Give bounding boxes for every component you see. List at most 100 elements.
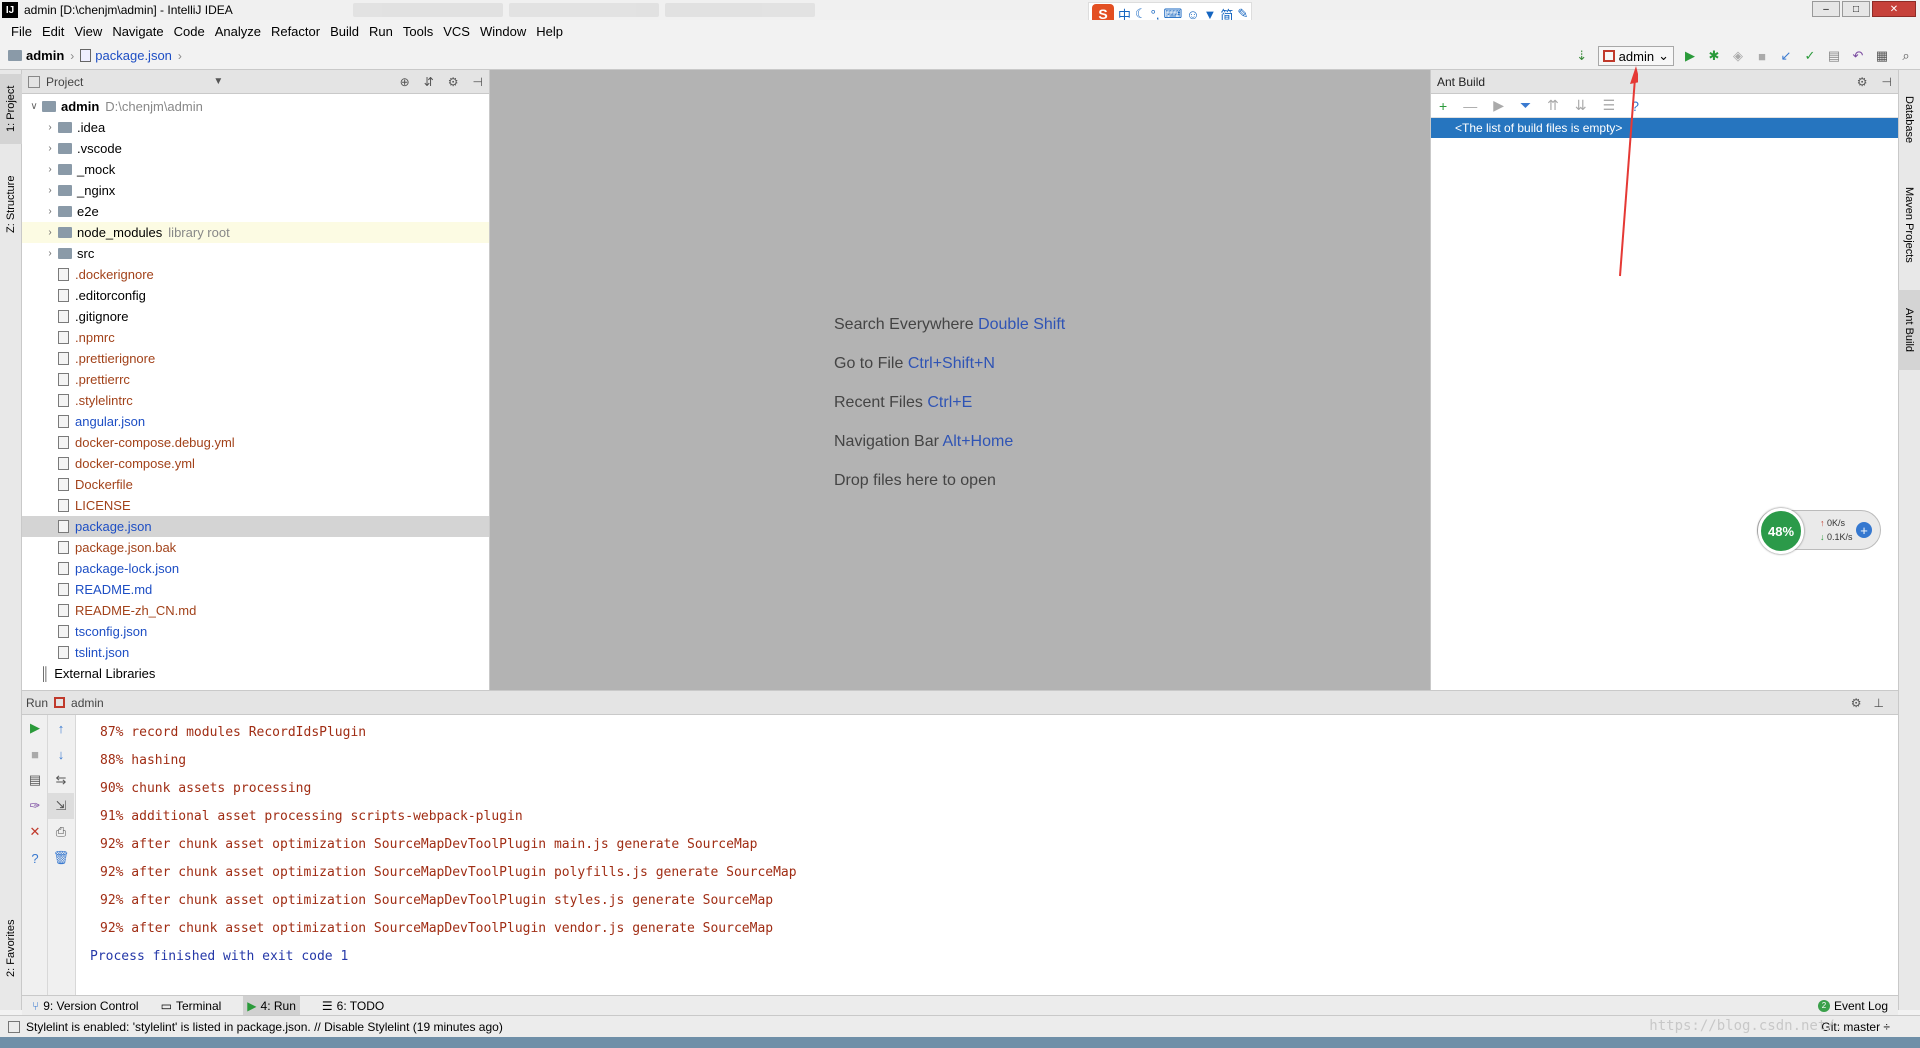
breadcrumb-project[interactable]: admin (8, 48, 64, 63)
tree-folder[interactable]: › src (22, 243, 489, 264)
stop-icon[interactable]: ■ (1754, 48, 1770, 64)
menu-vcs[interactable]: VCS (438, 24, 475, 39)
maximize-button[interactable]: □ (1842, 1, 1870, 17)
tab-terminal[interactable]: ▭ Terminal (161, 999, 222, 1013)
tree-file[interactable]: README-zh_CN.md (22, 600, 489, 621)
console-output[interactable]: 87% record modules RecordIdsPlugin 88% h… (90, 719, 797, 971)
tree-file[interactable]: tslint.json (22, 642, 489, 663)
pin-icon[interactable]: ✑ (22, 793, 48, 819)
tree-file[interactable]: Dockerfile (22, 474, 489, 495)
revert-icon[interactable]: ↶ (1850, 48, 1866, 64)
tree-file[interactable]: README.md (22, 579, 489, 600)
hide-panel-icon[interactable]: ⊥ (1874, 696, 1884, 710)
restore-layout-icon[interactable]: ▤ (22, 767, 48, 793)
tree-file[interactable]: .prettierrc (22, 369, 489, 390)
chevron-right-icon[interactable]: › (42, 248, 58, 259)
menu-edit[interactable]: Edit (37, 24, 69, 39)
add-icon[interactable]: + (1439, 98, 1447, 114)
menu-help[interactable]: Help (531, 24, 568, 39)
breadcrumb-file[interactable]: package.json (80, 48, 172, 63)
tree-folder[interactable]: › _mock (22, 159, 489, 180)
remove-icon[interactable]: — (1463, 98, 1477, 114)
tree-file[interactable]: package.json.bak (22, 537, 489, 558)
menu-view[interactable]: View (69, 24, 107, 39)
soft-wrap-icon[interactable]: ⇆ (48, 767, 74, 793)
chevron-right-icon[interactable]: › (42, 122, 58, 133)
run-panel-config[interactable]: admin (71, 696, 104, 710)
tab-favorites[interactable]: 2: Favorites (0, 908, 22, 988)
collapse-all-icon[interactable]: ⇊ (1575, 97, 1587, 114)
menu-refactor[interactable]: Refactor (266, 24, 325, 39)
close-icon[interactable]: ✕ (22, 819, 48, 845)
tree-file[interactable]: package.json (22, 516, 489, 537)
vcs-commit-icon[interactable]: ✓ (1802, 48, 1818, 64)
status-message[interactable]: Stylelint is enabled: 'stylelint' is lis… (26, 1020, 503, 1034)
expand-all-icon[interactable]: ⇈ (1547, 97, 1559, 114)
collapse-all-icon[interactable]: ⇵ (424, 75, 434, 89)
hide-panel-icon[interactable]: ⊣ (473, 75, 483, 89)
stop-icon[interactable]: ■ (22, 741, 48, 767)
menu-window[interactable]: Window (475, 24, 531, 39)
debug-icon[interactable]: ✱ (1706, 48, 1722, 64)
tree-root[interactable]: ∨ admin D:\chenjm\admin (22, 96, 489, 117)
tree-file[interactable]: docker-compose.yml (22, 453, 489, 474)
menu-build[interactable]: Build (325, 24, 364, 39)
tab-project[interactable]: 1: Project (0, 74, 22, 144)
menu-file[interactable]: File (6, 24, 37, 39)
tool-windows-icon[interactable] (8, 1020, 20, 1033)
chevron-down-icon[interactable]: ∨ (26, 101, 42, 112)
gear-icon[interactable]: ⚙ (1857, 75, 1868, 89)
scroll-from-source-icon[interactable]: ⊕ (400, 75, 410, 89)
vcs-history-icon[interactable]: ▤ (1826, 48, 1842, 64)
down-arrow-icon[interactable]: ↓ (48, 741, 74, 767)
build-project-icon[interactable]: ⇣ (1574, 48, 1590, 64)
editor-empty-area[interactable]: Search Everywhere Double Shift Go to Fil… (490, 70, 1430, 690)
tree-file[interactable]: .dockerignore (22, 264, 489, 285)
run-with-coverage-icon[interactable]: ◈ (1730, 48, 1746, 64)
chevron-right-icon[interactable]: › (42, 143, 58, 154)
gear-icon[interactable]: ⚙ (1851, 696, 1862, 710)
tab-todo[interactable]: ☰ 6: TODO (322, 999, 384, 1013)
close-button[interactable]: ✕ (1872, 1, 1916, 17)
help-icon[interactable]: ? (22, 845, 48, 871)
tree-folder[interactable]: › node_modules library root (22, 222, 489, 243)
tab-structure[interactable]: Z: Structure (0, 164, 22, 244)
tree-folder[interactable]: › .idea (22, 117, 489, 138)
boost-plus-icon[interactable]: + (1856, 522, 1872, 538)
properties-icon[interactable]: ☰ (1603, 97, 1616, 114)
up-arrow-icon[interactable]: ↑ (48, 715, 74, 741)
tab-ant-build[interactable]: Ant Build (1898, 290, 1920, 370)
run-config-selector[interactable]: admin ⌄ (1597, 46, 1674, 66)
tree-file[interactable]: .stylelintrc (22, 390, 489, 411)
chevron-right-icon[interactable]: › (42, 206, 58, 217)
chevron-right-icon[interactable]: › (42, 185, 58, 196)
tree-folder[interactable]: › .vscode (22, 138, 489, 159)
tree-file[interactable]: docker-compose.debug.yml (22, 432, 489, 453)
tab-database[interactable]: Database (1898, 80, 1920, 160)
run-icon[interactable]: ▶ (1682, 48, 1698, 64)
event-log-button[interactable]: 2 Event Log (1817, 999, 1888, 1013)
help-icon[interactable]: ? (1631, 98, 1639, 114)
gear-icon[interactable]: ⚙ (448, 75, 459, 89)
tab-maven-projects[interactable]: Maven Projects (1898, 170, 1920, 280)
vcs-update-icon[interactable]: ↙ (1778, 48, 1794, 64)
tree-file[interactable]: tsconfig.json (22, 621, 489, 642)
chevron-right-icon[interactable]: › (42, 227, 58, 238)
tree-file[interactable]: .editorconfig (22, 285, 489, 306)
scroll-to-end-icon[interactable]: ⇲ (48, 793, 74, 819)
memory-usage-circle[interactable]: 48% (1758, 508, 1804, 554)
menu-tools[interactable]: Tools (398, 24, 438, 39)
tab-version-control[interactable]: ⑂ 9: Version Control (32, 999, 139, 1013)
menu-code[interactable]: Code (169, 24, 210, 39)
search-icon[interactable]: ⌕ (1898, 48, 1914, 64)
menu-analyze[interactable]: Analyze (210, 24, 266, 39)
dropdown-arrow-icon[interactable]: ▼ (213, 76, 223, 87)
menu-run[interactable]: Run (364, 24, 398, 39)
tree-folder[interactable]: › _nginx (22, 180, 489, 201)
print-icon[interactable]: ⎙ (48, 819, 74, 845)
tree-file[interactable]: .npmrc (22, 327, 489, 348)
chevron-right-icon[interactable]: › (42, 164, 58, 175)
filter-icon[interactable]: ⏷ (1520, 97, 1531, 114)
tree-file[interactable]: package-lock.json (22, 558, 489, 579)
clear-all-icon[interactable]: 🗑 (48, 845, 74, 871)
